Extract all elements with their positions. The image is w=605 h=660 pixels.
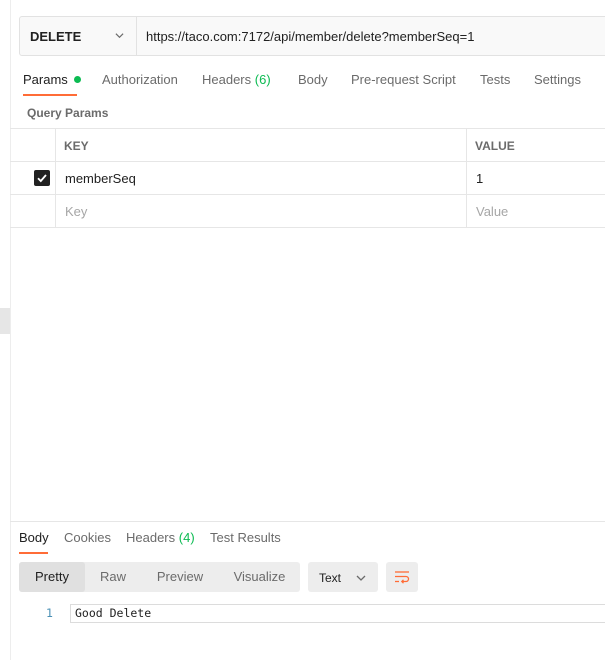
chevron-down-icon bbox=[356, 575, 366, 581]
status-dot-icon bbox=[73, 76, 81, 83]
url-input[interactable]: https://taco.com:7172/api/member/delete?… bbox=[146, 29, 474, 44]
value-column-header: VALUE bbox=[475, 139, 515, 153]
response-tab-cookies[interactable]: Cookies bbox=[64, 530, 111, 545]
wrap-lines-button[interactable] bbox=[386, 562, 418, 592]
tab-headers-label: Headers bbox=[202, 72, 252, 87]
key-column-header: KEY bbox=[64, 139, 89, 153]
method-dropdown[interactable]: DELETE bbox=[20, 17, 137, 55]
column-divider[interactable] bbox=[466, 129, 467, 161]
tab-body[interactable]: Body bbox=[298, 72, 328, 87]
active-tab-indicator bbox=[23, 94, 77, 96]
new-key-input[interactable]: Key bbox=[65, 204, 87, 219]
column-divider bbox=[55, 195, 56, 227]
column-divider bbox=[466, 195, 467, 227]
view-raw-button[interactable]: Raw bbox=[85, 562, 141, 592]
response-headers-label: Headers bbox=[126, 530, 176, 545]
tab-params-label: Params bbox=[23, 72, 68, 87]
query-params-title: Query Params bbox=[27, 106, 109, 120]
chevron-down-icon bbox=[115, 33, 124, 39]
checkbox-checked-icon[interactable] bbox=[34, 170, 50, 186]
column-divider bbox=[55, 162, 56, 194]
tab-pre-request-script[interactable]: Pre-request Script bbox=[351, 72, 456, 87]
headers-count: (6) bbox=[254, 72, 271, 87]
column-divider bbox=[466, 162, 467, 194]
view-preview-button[interactable]: Preview bbox=[141, 562, 219, 592]
param-value-field[interactable]: 1 bbox=[476, 171, 483, 186]
format-label: Text bbox=[319, 571, 342, 585]
response-tab-test-results[interactable]: Test Results bbox=[210, 530, 281, 545]
table-row: Key Value bbox=[10, 195, 605, 228]
sidebar-resize-handle[interactable] bbox=[0, 308, 10, 334]
response-headers-count: (4) bbox=[178, 530, 195, 545]
active-tab-indicator bbox=[19, 552, 48, 554]
view-visualize-button[interactable]: Visualize bbox=[219, 562, 300, 592]
request-bar: DELETE https://taco.com:7172/api/member/… bbox=[19, 16, 605, 56]
wrap-lines-icon bbox=[395, 571, 410, 584]
view-pretty-button[interactable]: Pretty bbox=[19, 562, 85, 592]
tab-authorization[interactable]: Authorization bbox=[102, 72, 178, 87]
method-label: DELETE bbox=[30, 29, 82, 44]
column-divider bbox=[55, 129, 56, 161]
response-tab-headers[interactable]: Headers (4) bbox=[126, 530, 195, 545]
view-mode-selector: Pretty Raw Preview Visualize bbox=[19, 562, 300, 592]
response-divider[interactable] bbox=[10, 521, 605, 522]
response-tab-body[interactable]: Body bbox=[19, 530, 49, 545]
param-key-field[interactable]: memberSeq bbox=[65, 171, 136, 186]
line-number: 1 bbox=[46, 606, 53, 620]
format-dropdown[interactable]: Text bbox=[308, 562, 378, 592]
tab-headers[interactable]: Headers (6) bbox=[202, 72, 271, 87]
response-body-text: Good Delete bbox=[75, 606, 152, 620]
table-header-row: KEY VALUE bbox=[10, 128, 605, 162]
tab-tests[interactable]: Tests bbox=[480, 72, 510, 87]
new-value-input[interactable]: Value bbox=[476, 204, 508, 219]
tab-settings[interactable]: Settings bbox=[534, 72, 581, 87]
table-row: memberSeq 1 bbox=[10, 162, 605, 195]
tab-params[interactable]: Params bbox=[23, 72, 81, 87]
